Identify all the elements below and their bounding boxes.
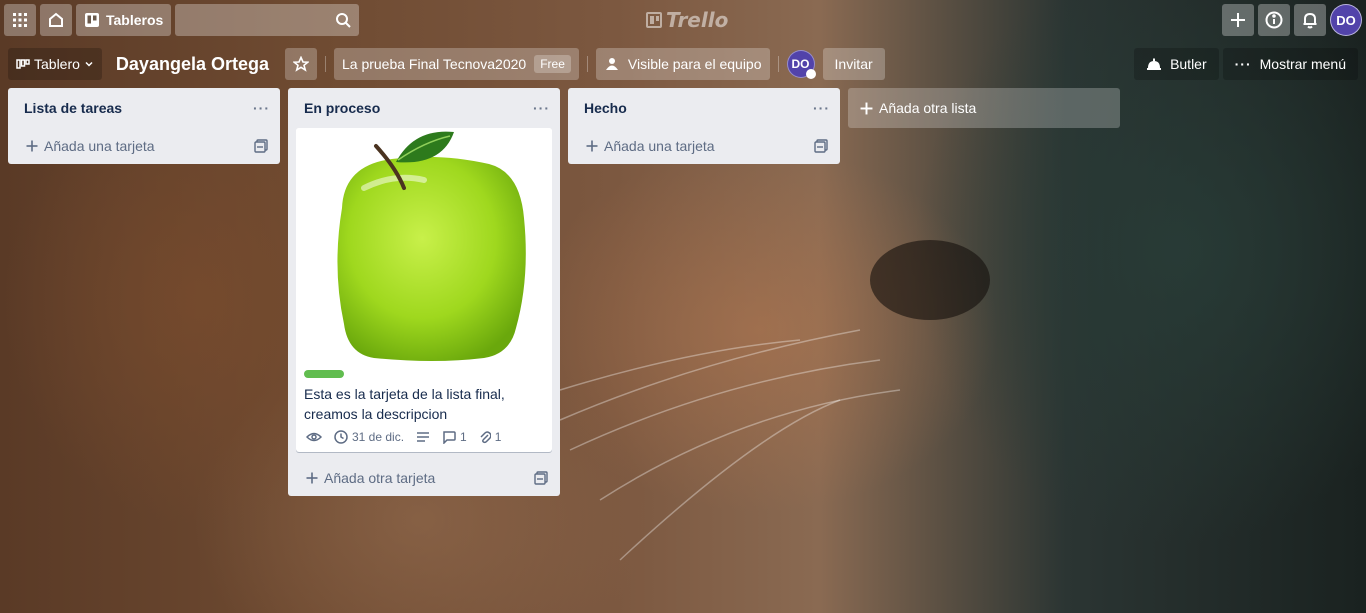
butler-button[interactable]: Butler	[1134, 48, 1219, 80]
trello-logo-icon	[646, 12, 662, 28]
list-header: En proceso ···	[288, 88, 560, 128]
add-card-label: Añada una tarjeta	[604, 138, 715, 154]
card-template-icon[interactable]	[254, 139, 268, 153]
butler-label: Butler	[1170, 56, 1207, 72]
bell-icon	[1303, 12, 1317, 29]
plus-icon	[306, 472, 318, 484]
chevron-down-icon	[85, 61, 93, 67]
board-member-avatar[interactable]: DO	[786, 50, 816, 79]
attachments-badge: 1	[479, 430, 502, 444]
user-avatar[interactable]: DO	[1330, 4, 1362, 36]
home-icon	[49, 12, 63, 27]
search-icon	[336, 13, 352, 28]
admin-icon	[805, 69, 816, 79]
card-template-icon[interactable]	[814, 139, 828, 153]
plan-badge: Free	[534, 55, 571, 73]
info-button[interactable]	[1258, 4, 1290, 36]
trello-logo[interactable]: Trello	[646, 8, 728, 32]
card-label-green[interactable]	[304, 370, 344, 378]
add-list-button[interactable]: Añada otra lista	[848, 88, 1120, 128]
card-badges: 31 de dic. 1 1	[304, 424, 544, 450]
card-title: Esta es la tarjeta de la lista final, cr…	[304, 386, 505, 422]
visibility-button[interactable]: Visible para el equipo	[595, 48, 770, 80]
comment-icon	[443, 431, 456, 444]
board-view-label: Tablero	[34, 56, 80, 72]
add-card-label: Añada una tarjeta	[44, 138, 155, 154]
star-button[interactable]	[284, 48, 317, 80]
show-menu-button[interactable]: ··· Mostrar menú	[1222, 48, 1358, 80]
card-body: Esta es la tarjeta de la lista final, cr…	[296, 364, 552, 452]
divider	[586, 56, 588, 72]
description-icon	[417, 432, 430, 442]
plus-icon	[860, 102, 873, 114]
card-template-icon[interactable]	[534, 471, 548, 485]
add-card-button[interactable]: Añada una tarjeta	[8, 128, 280, 164]
apps-grid-icon	[13, 13, 27, 27]
header-actions: DO	[1222, 4, 1362, 36]
home-button[interactable]	[40, 4, 72, 36]
boards-button[interactable]: Tableros	[76, 4, 172, 36]
invite-button[interactable]: Invitar	[822, 48, 885, 80]
attachments-count: 1	[494, 430, 502, 444]
list-menu-icon[interactable]: ···	[813, 100, 830, 116]
show-menu-label: Mostrar menú	[1259, 56, 1346, 72]
apps-button[interactable]	[4, 4, 36, 36]
plus-icon	[1231, 13, 1245, 27]
info-icon	[1265, 11, 1283, 29]
list-in-progress: En proceso ··· Esta es la tarjeta de la …	[288, 88, 560, 496]
star-icon	[292, 56, 309, 72]
list-header: Hecho ···	[568, 88, 840, 128]
list-title[interactable]: Lista de tareas	[24, 100, 122, 116]
plus-icon	[586, 140, 598, 152]
list-done: Hecho ··· Añada una tarjeta	[568, 88, 840, 164]
paperclip-icon	[480, 431, 491, 444]
board-header: Tablero Dayangela Ortega La prueba Final…	[8, 48, 893, 80]
team-name: La prueba Final Tecnova2020	[341, 56, 527, 72]
green-apple-image	[337, 131, 526, 361]
due-date-badge[interactable]: 31 de dic.	[334, 430, 404, 444]
more-icon: ···	[1234, 56, 1252, 72]
list-menu-icon[interactable]: ···	[533, 100, 550, 116]
board-view-icon	[16, 59, 30, 69]
list-title[interactable]: En proceso	[304, 100, 380, 116]
add-list-label: Añada otra lista	[879, 100, 977, 116]
team-visibility-icon	[605, 58, 618, 70]
plus-icon	[26, 140, 38, 152]
search-input[interactable]	[175, 4, 360, 36]
list-menu-icon[interactable]: ···	[253, 100, 270, 116]
member-initials: DO	[791, 57, 810, 71]
board-view-switcher[interactable]: Tablero	[8, 48, 102, 80]
board-icon	[85, 13, 99, 27]
card[interactable]: Esta es la tarjeta de la lista final, cr…	[296, 128, 552, 452]
card-cover-image	[296, 128, 552, 364]
list-todo: Lista de tareas ··· Añada una tarjeta	[8, 88, 280, 164]
watch-badge	[306, 431, 322, 443]
divider	[777, 56, 779, 72]
list-header: Lista de tareas ···	[8, 88, 280, 128]
add-card-label: Añada otra tarjeta	[324, 470, 436, 486]
clock-icon	[334, 430, 348, 444]
comments-badge: 1	[442, 430, 467, 444]
divider	[324, 56, 326, 72]
visibility-label: Visible para el equipo	[627, 56, 762, 72]
notifications-button[interactable]	[1294, 4, 1326, 36]
comments-count: 1	[460, 430, 467, 444]
description-badge	[416, 431, 430, 443]
eye-icon	[306, 432, 322, 442]
board-header-right: Butler ··· Mostrar menú	[1130, 48, 1358, 80]
list-title[interactable]: Hecho	[584, 100, 627, 116]
butler-bell-icon	[1147, 58, 1162, 70]
add-card-button[interactable]: Añada otra tarjeta	[288, 460, 560, 496]
team-button[interactable]: La prueba Final Tecnova2020 Free	[333, 48, 579, 80]
create-button[interactable]	[1222, 4, 1254, 36]
board-title[interactable]: Dayangela Ortega	[110, 54, 277, 75]
due-date-text: 31 de dic.	[352, 430, 405, 444]
logo-text: Trello	[666, 8, 729, 32]
add-card-button[interactable]: Añada una tarjeta	[568, 128, 840, 164]
boards-label: Tableros	[106, 12, 164, 28]
